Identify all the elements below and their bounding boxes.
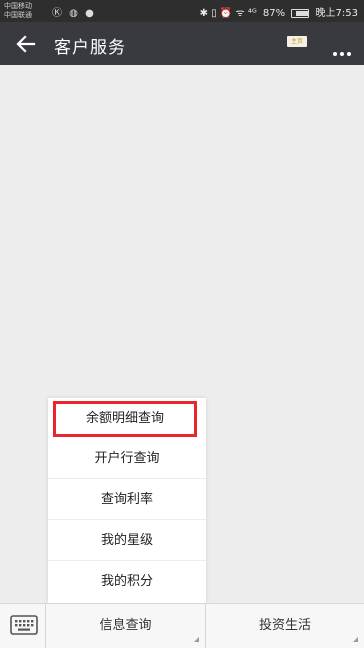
carrier-1: 中国移动 (4, 2, 32, 10)
carrier-info: 中国移动 中国联通 (4, 2, 32, 20)
keyboard-icon (10, 615, 38, 635)
carrier-2: 中国联通 (4, 11, 32, 19)
more-options-icon[interactable] (333, 41, 355, 56)
notification-icons: Ⓚ ◍ ● (52, 8, 96, 19)
home-tag[interactable]: 主页 (287, 36, 308, 47)
tab-info-label: 信息查询 (99, 618, 152, 633)
battery-icon (291, 8, 310, 18)
page-title: 客户服务 (54, 38, 126, 58)
battery-percent: 87% (262, 8, 286, 19)
menu-item-interest-rate[interactable]: 查询利率 (48, 480, 206, 520)
submenu-popup: 余额明细查询 开户行查询 查询利率 我的星级 我的积分 (48, 398, 206, 603)
tab-info-query[interactable]: 信息查询 (46, 604, 206, 648)
back-arrow-icon[interactable] (14, 32, 38, 56)
submenu-indicator-icon (353, 637, 358, 642)
menu-item-star-level[interactable]: 我的星级 (48, 521, 206, 561)
menu-item-bank-branch[interactable]: 开户行查询 (48, 439, 206, 479)
menu-item-points[interactable]: 我的积分 (48, 562, 206, 602)
keyboard-toggle-button[interactable] (0, 604, 46, 648)
tab-invest-label: 投资生活 (258, 618, 311, 633)
tab-invest-life[interactable]: 投资生活 (206, 604, 364, 648)
title-bar: 客户服务 主页 (0, 22, 364, 65)
menu-item-balance-detail[interactable]: 余额明细查询 (53, 401, 197, 437)
submenu-indicator-icon (194, 637, 199, 642)
system-icons: ✱ ▯ ⏰ ᯤ ⁴ᴳ (199, 8, 257, 19)
bottom-menu-bar: 信息查询 投资生活 (0, 603, 364, 648)
system-status: ✱ ▯ ⏰ ᯤ ⁴ᴳ 87% 晚上7:53 (197, 4, 358, 19)
clock: 晚上7:53 (315, 8, 358, 19)
status-bar: 中国移动 中国联通 Ⓚ ◍ ● ✱ ▯ ⏰ ᯤ ⁴ᴳ 87% 晚上7:53 (0, 0, 364, 22)
